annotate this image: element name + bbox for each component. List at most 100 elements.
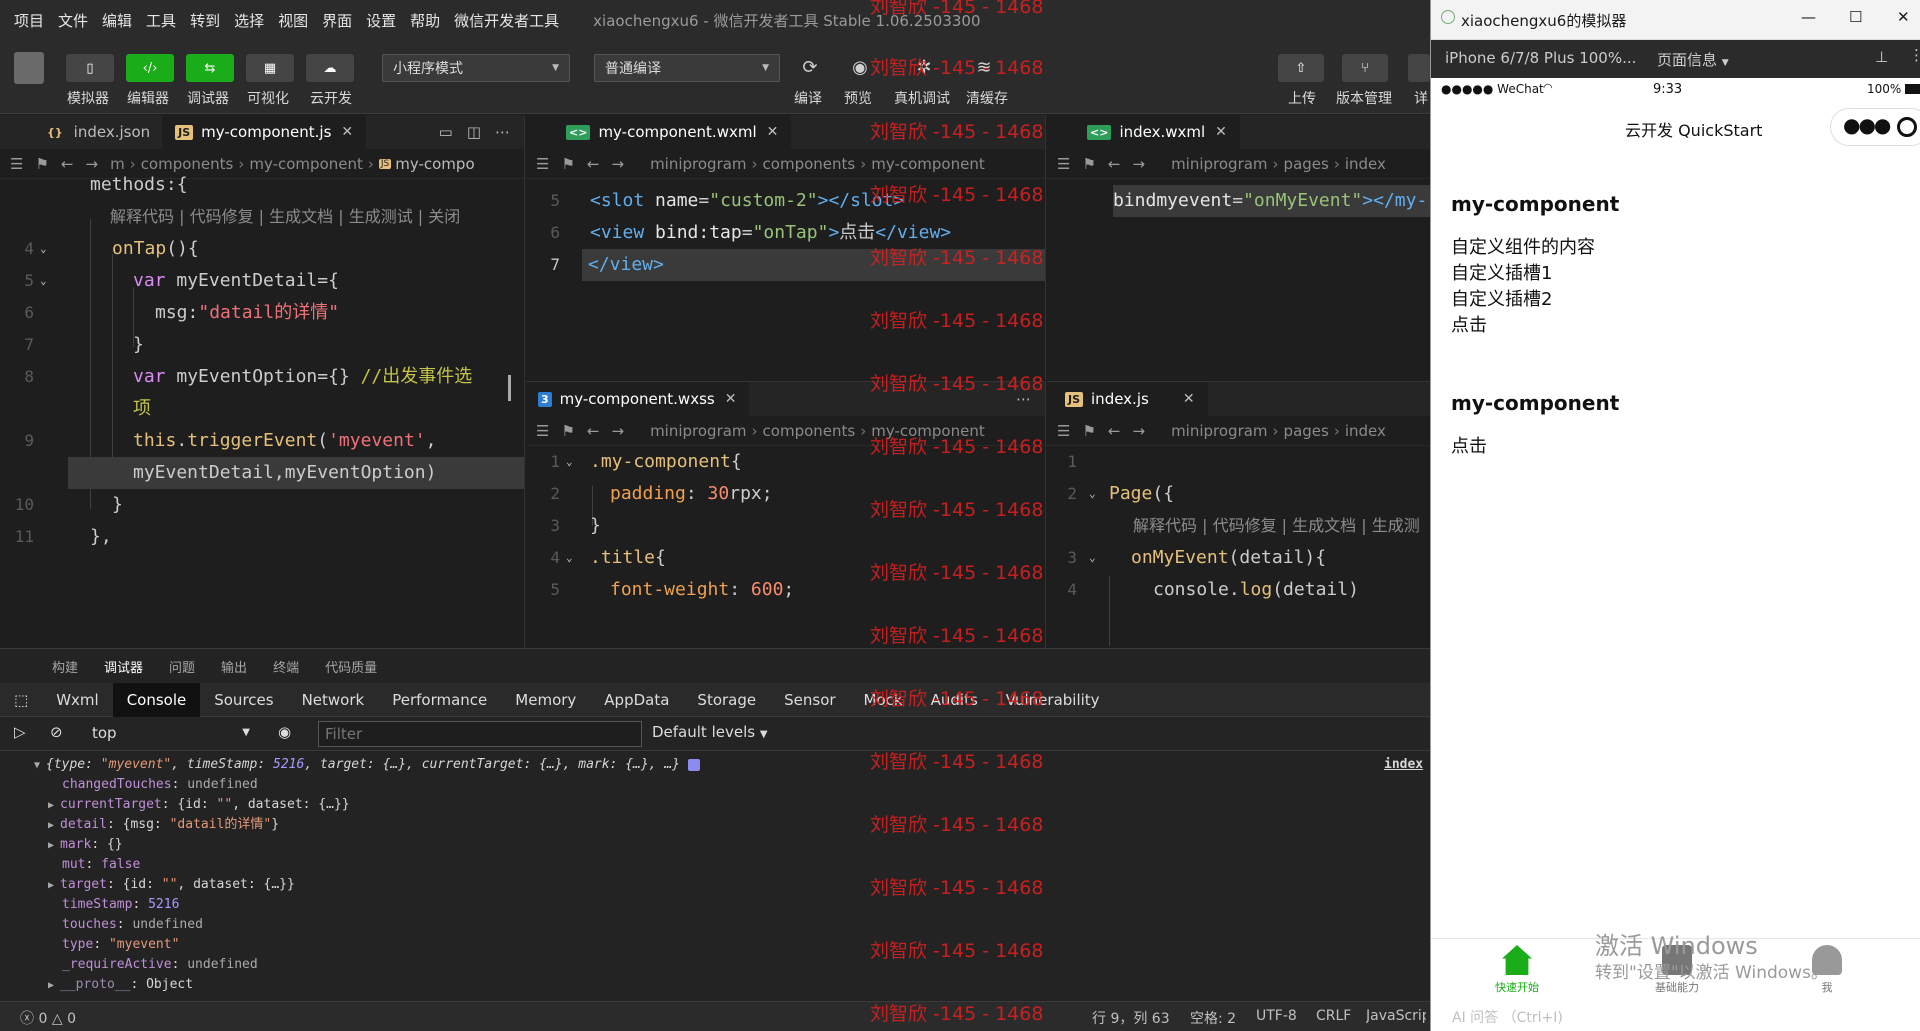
tab-debugger[interactable]: 调试器 [104,657,143,676]
page-info-button[interactable]: 页面信息 ▼ [1657,49,1729,70]
menu-edit[interactable]: 编辑 [102,10,132,31]
menu-project[interactable]: 项目 [14,10,44,31]
console-prop[interactable]: ▶ detail: {msg: "datail的详情"} [48,815,279,835]
bookmark-icon[interactable]: ⚑ [1082,422,1095,440]
crumb[interactable]: index [1345,422,1386,440]
menu-select[interactable]: 选择 [234,10,264,31]
capsule-menu[interactable]: ●●● [1830,108,1920,146]
eol[interactable]: CRLF [1316,1008,1351,1024]
list-icon[interactable]: ☰ [1057,422,1070,440]
close-capsule-icon[interactable] [1897,117,1917,137]
upload-button[interactable]: ⇧ [1278,54,1324,82]
forward-icon[interactable]: → [611,422,624,440]
more-dots-icon[interactable]: ●●● [1843,113,1891,137]
close-icon[interactable]: ✕ [1897,8,1910,26]
sidebar-toggle-icon[interactable]: ▷ [14,723,26,741]
menu-view[interactable]: 视图 [278,10,308,31]
tab-index-json[interactable]: {} index.json [0,115,164,149]
tab-code-quality[interactable]: 代码质量 [325,657,377,676]
code-area[interactable]: 5 <slot name="custom-2"></slot> 6 <view bi… [526,179,1045,380]
tab-sources[interactable]: Sources [200,683,287,717]
tab-index-js[interactable]: JS index.js ✕ [1047,382,1208,416]
tab-appdata[interactable]: AppData [590,683,683,717]
code-area[interactable]: methods:{ 解释代码 | 代码修复 | 生成文档 | 生成测试 | 关闭… [0,174,524,648]
language-mode[interactable]: JavaScript [1366,1008,1426,1024]
more-icon[interactable]: ⋮ [1909,46,1920,64]
crumb[interactable]: components [763,422,856,440]
crumb[interactable]: miniprogram [1171,155,1267,173]
compile-select[interactable]: 普通编译 ▼ [594,54,780,82]
forward-icon[interactable]: → [1132,155,1145,173]
bookmark-icon[interactable]: ⚑ [561,422,574,440]
tab-memory[interactable]: Memory [501,683,590,717]
close-icon[interactable]: ✕ [1215,124,1227,140]
clear-cache-label[interactable]: 清缓存 [966,88,1008,108]
back-icon[interactable]: ← [1108,422,1121,440]
menu-tools[interactable]: 工具 [146,10,176,31]
console-output[interactable]: ▼ {type: "myevent", timeStamp: 5216, targ… [0,751,1430,1001]
list-icon[interactable]: ☰ [1057,155,1070,173]
tab-output[interactable]: 输出 [221,657,247,676]
bookmark-icon[interactable]: ⚑ [561,155,574,173]
list-icon[interactable]: ☰ [536,155,549,173]
tab-terminal[interactable]: 终端 [273,657,299,676]
indent-setting[interactable]: 空格: 2 [1190,1008,1236,1028]
codelens[interactable]: 解释代码 | 代码修复 | 生成文档 | 生成测试 | 关闭 [110,201,460,233]
console-object-row[interactable]: ▼ {type: "myevent", timeStamp: 5216, targ… [34,755,700,775]
device-select[interactable]: iPhone 6/7/8 Plus 100%... [1445,49,1636,67]
real-debug-label[interactable]: 真机调试 [894,88,950,108]
menu-file[interactable]: 文件 [58,10,88,31]
tab-my-component-js[interactable]: JS my-component.js ✕ [163,115,367,149]
console-prop[interactable]: ▶ __proto__: Object [48,975,193,995]
crumb[interactable]: my-component [871,155,985,173]
menu-settings[interactable]: 设置 [366,10,396,31]
cursor-position[interactable]: 行 9，列 63 [1092,1008,1170,1028]
version-button[interactable]: ⑂ [1342,54,1388,82]
source-link[interactable]: index [1384,755,1423,775]
console-prop[interactable]: ▶ currentTarget: {id: "", dataset: {…}} [48,795,350,815]
close-icon[interactable]: ✕ [1183,391,1195,407]
filter-input[interactable] [318,721,642,747]
tab-wxml[interactable]: Wxml [42,683,113,717]
tab-console[interactable]: Console [112,682,201,717]
tab-build[interactable]: 构建 [52,657,78,676]
menu-interface[interactable]: 界面 [322,10,352,31]
tab-sensor[interactable]: Sensor [770,683,849,717]
crumb[interactable]: pages [1284,422,1329,440]
compile-label[interactable]: 编译 [794,88,822,108]
crumb[interactable]: index [1345,155,1386,173]
simulator-toggle-button[interactable]: ▯ [66,54,114,82]
back-icon[interactable]: ← [587,422,600,440]
mode-select[interactable]: 小程序模式 ▼ [382,54,570,82]
back-icon[interactable]: ← [1108,155,1121,173]
menu-wechat-devtools[interactable]: 微信开发者工具 [454,10,559,31]
forward-icon[interactable]: → [611,155,624,173]
back-icon[interactable]: ← [587,155,600,173]
crumb[interactable]: miniprogram [1171,422,1267,440]
console-prop[interactable]: ▶ mark: {} [48,835,123,855]
menu-help[interactable]: 帮助 [410,10,440,31]
console-prop[interactable]: ▶ target: {id: "", dataset: {…}} [48,875,295,895]
context-select[interactable]: top ▼ [84,721,256,747]
bookmark-icon[interactable]: ⚑ [1082,155,1095,173]
details-button[interactable] [1408,54,1430,82]
close-icon[interactable]: ✕ [767,124,779,140]
cloud-button[interactable]: ☁ [306,54,354,82]
tab-network[interactable]: Network [288,683,379,717]
ai-assist[interactable]: AI 问答 （Ctrl+I) [1452,1007,1563,1027]
crumb[interactable]: pages [1284,155,1329,173]
tab-storage[interactable]: Storage [683,683,770,717]
eye-icon[interactable]: ◉ [278,723,291,741]
inspect-icon[interactable]: ⬚ [0,683,42,717]
visual-toggle-button[interactable]: ▦ [246,54,294,82]
comment-icon[interactable]: ▭ [439,123,453,141]
minimize-icon[interactable]: — [1801,8,1816,26]
preview-label[interactable]: 预览 [844,88,872,108]
tab-index-wxml[interactable]: <> index.wxml ✕ [1047,115,1240,149]
pin-icon[interactable]: ⊥ [1875,48,1888,66]
code-area[interactable]: 1 2 ⌄ Page({ 解释代码 | 代码修复 | 生成文档 | 生成测 3 ⌄ on… [1047,446,1430,648]
tap-text[interactable]: 点击 [1451,311,1487,337]
menu-goto[interactable]: 转到 [190,10,220,31]
split-icon[interactable]: ◫ [467,123,481,141]
tab-my-component-wxml[interactable]: <> my-component.wxml ✕ [526,115,792,149]
